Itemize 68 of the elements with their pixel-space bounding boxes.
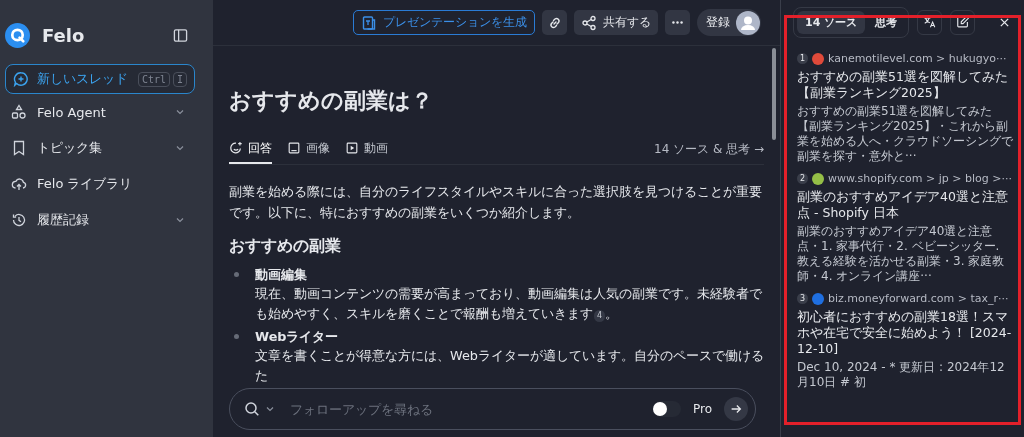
- sidebar-item-label: トピック集: [37, 139, 103, 157]
- list-item-text: 文章を書くことが得意な方には、Webライターが適しています。自分のペースで働けるた: [255, 347, 765, 385]
- sidebar-item[interactable]: 履歴記録: [5, 202, 208, 238]
- source-site[interactable]: biz.moneyforward.com > tax_r···: [828, 292, 1009, 305]
- tab[interactable]: 動画: [345, 134, 388, 164]
- sparkle-chat-icon: [229, 141, 243, 155]
- follow-up-input[interactable]: フォローアップを尋ねる: [288, 400, 649, 418]
- sidebar-item-label: 履歴記録: [37, 211, 90, 229]
- translate-icon: [922, 15, 937, 29]
- arrow-right-icon: [729, 402, 743, 416]
- source-site[interactable]: kanemotilevel.com > hukugyo···: [828, 52, 1007, 65]
- sidebar-item[interactable]: Felo Agent: [5, 94, 208, 130]
- new-thread-button[interactable]: 新しいスレッド Ctrl I: [5, 64, 195, 94]
- section-heading: おすすめの副業: [229, 235, 342, 257]
- question-title: おすすめの副業は？: [229, 87, 434, 115]
- register-button[interactable]: 登録: [697, 9, 761, 36]
- sidebar-item[interactable]: トピック集: [5, 130, 208, 166]
- source-number: 2: [797, 173, 808, 184]
- logo-icon: [5, 22, 30, 48]
- bookmark-icon: [11, 140, 27, 156]
- brand-name: Felo: [42, 24, 86, 46]
- answer-paragraph: 副業を始める際には、自分のライフスタイルやスキルに合った選択肢を見つけることが重要です。以下に、特におすすめの副業をいくつか紹介します。: [229, 183, 763, 222]
- edit-button[interactable]: [950, 9, 976, 35]
- tab[interactable]: 画像: [287, 134, 330, 164]
- source-title[interactable]: おすすめの副業51選を図解してみた【副業ランキング2025】: [797, 69, 1014, 101]
- history-icon: [11, 212, 27, 228]
- source-snippet: 副業のおすすめアイデア40選と注意点・1. 家事代行・2. ベビーシッター. 教える経験を活かせる副業・3. 家庭教師・4. オンライン講座···: [797, 224, 1006, 284]
- list-item-title: 動画編集: [255, 266, 308, 284]
- shortcut-key: Ctrl: [137, 71, 170, 87]
- source-snippet: Dec 10, 2024 - * 更新日 : 2024年12月10日 # 初: [797, 360, 1006, 390]
- source-snippet: おすすめの副業51選を図解してみた【副業ランキング2025】・これから副業を始める人へ・クラウドソーシングで副業を探す・意外と···: [797, 104, 1014, 164]
- play-icon: [345, 141, 359, 155]
- slides-icon: [361, 14, 377, 31]
- submit-button[interactable]: [724, 397, 748, 421]
- share-button[interactable]: 共有する: [574, 10, 658, 35]
- link-button[interactable]: [542, 10, 567, 35]
- cloud-upload-icon: [11, 176, 27, 192]
- pro-toggle[interactable]: [652, 401, 681, 417]
- more-icon: [672, 21, 683, 24]
- sidebar-item-label: Felo ライブラリ: [37, 175, 134, 193]
- search-icon[interactable]: [244, 401, 260, 417]
- chat-plus-icon: [13, 71, 29, 87]
- more-button[interactable]: [665, 10, 690, 35]
- image-icon: [287, 141, 301, 155]
- source-site[interactable]: www.shopify.com > jp > blog >···: [828, 172, 1012, 185]
- source-title[interactable]: 初心者におすすめの副業18選！スマホや在宅で安全に始めよう！ [2024-12-10]: [797, 309, 1014, 357]
- shortcut-key: I: [172, 71, 187, 87]
- list-item-title: Webライター: [255, 328, 340, 346]
- edit-icon: [955, 15, 970, 29]
- sidebar-item[interactable]: Felo ライブラリ: [5, 166, 208, 202]
- list-item-text: 現在、動画コンテンツの需要が高まっており、動画編集は人気の副業です。未経験者でも始めやすく、スキルを磨くことで報酬も増えていきます 4 。: [255, 285, 763, 324]
- citation-marker[interactable]: 4: [594, 310, 606, 322]
- source-number: 1: [797, 53, 808, 64]
- avatar-icon: [736, 10, 760, 35]
- source-title[interactable]: 副業のおすすめアイデア40選と注意点 - Shopify 日本: [797, 189, 1014, 221]
- translate-button[interactable]: [917, 9, 943, 35]
- sources-link[interactable]: 14 ソース & 思考 →: [654, 140, 764, 158]
- sidebar-toggle-icon[interactable]: [173, 27, 188, 43]
- sidebar-item-label: Felo Agent: [37, 104, 107, 120]
- generate-presentation-button[interactable]: プレゼンテーションを生成: [353, 10, 535, 35]
- pro-label: Pro: [692, 402, 712, 416]
- panel-tab[interactable]: 14 ソース: [797, 10, 866, 34]
- shapes-icon: [11, 104, 27, 120]
- follow-up-field[interactable]: フォローアップを尋ねる Pro: [229, 388, 756, 430]
- tab[interactable]: 回答: [229, 134, 272, 164]
- share-icon: [581, 14, 597, 31]
- source-number: 3: [797, 293, 808, 304]
- close-icon[interactable]: [999, 16, 1010, 28]
